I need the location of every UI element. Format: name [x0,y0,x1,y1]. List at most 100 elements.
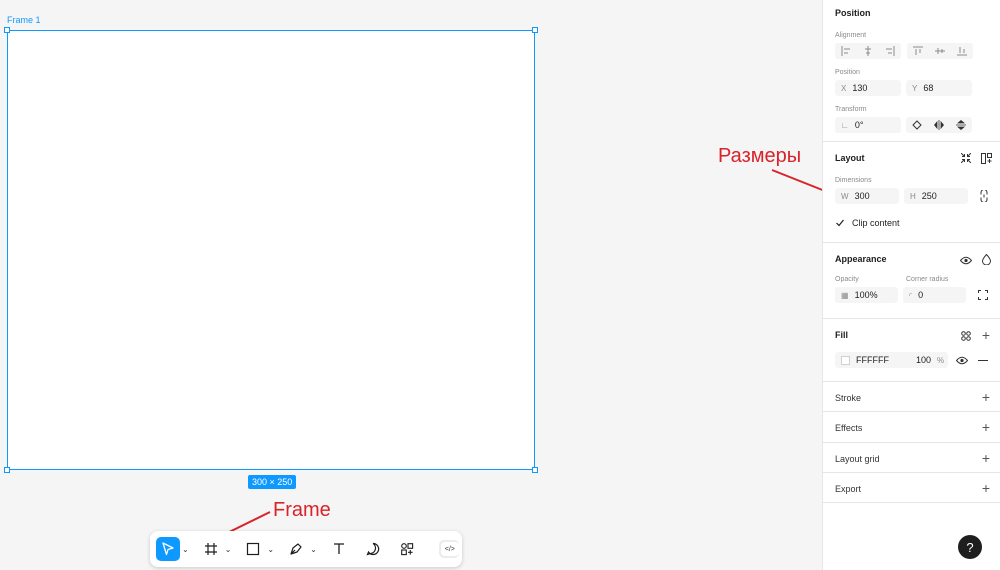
comment-tool[interactable] [361,537,385,561]
actions-icon[interactable] [395,537,419,561]
clip-content-label: Clip content [852,218,900,228]
auto-layout-icon[interactable] [980,152,992,164]
styles-icon[interactable] [960,330,972,342]
resize-handle-bottom-right[interactable] [532,467,538,473]
fill-visibility-icon[interactable] [956,356,969,365]
export-section: Export + [823,473,1000,503]
dimensions-label: Dimensions [835,177,872,184]
annotation-dimensions: Размеры [718,145,802,167]
frame-icon[interactable] [199,537,223,561]
section-title-export: Export [835,484,862,494]
remove-fill-icon[interactable] [978,359,988,361]
opacity-field[interactable]: ▦ 100% [835,287,898,303]
text-icon[interactable] [327,537,351,561]
chevron-down-icon[interactable]: ⌄ [225,545,232,554]
align-bottom-icon[interactable] [951,43,973,59]
h-prefix: H [910,191,916,201]
section-title-position: Position [835,8,871,18]
fill-hex: FFFFFF [856,355,889,365]
corner-radius-label: Corner radius [906,276,949,283]
vertical-alignment-group [907,43,973,59]
alignment-label: Alignment [835,32,867,39]
rotation-icon: ∟ [841,120,849,130]
add-stroke-icon[interactable]: + [982,390,990,404]
x-value: 130 [852,83,868,93]
add-layout-grid-icon[interactable]: + [982,451,990,465]
y-position-field[interactable]: Y 68 [906,80,972,96]
frame-tool[interactable]: ⌄ [199,537,232,561]
corner-radius-value: 0 [918,290,924,300]
resize-handle-top-left[interactable] [4,27,10,33]
y-value: 68 [923,83,934,93]
eye-icon[interactable] [960,254,972,266]
pen-icon[interactable] [284,537,308,561]
resize-handle-bottom-left[interactable] [4,467,10,473]
add-export-icon[interactable]: + [982,481,990,495]
w-value: 300 [854,191,870,201]
independent-corners-icon[interactable] [978,290,988,300]
help-button[interactable]: ? [958,535,982,559]
move-tool[interactable]: ⌄ [156,537,189,561]
w-prefix: W [841,191,849,201]
frame-label[interactable]: Frame 1 [7,15,41,25]
effects-section: Effects + [823,412,1000,443]
section-title-layout-grid: Layout grid [835,454,880,464]
flip-vertical-icon[interactable] [950,117,972,133]
fill-opacity-value: 100 [915,355,931,365]
rotate-90-icon[interactable] [906,117,928,133]
fill-opacity-unit: % [936,355,945,365]
size-badge: 300 × 250 [248,475,297,489]
resize-to-fit-icon[interactable] [960,152,972,164]
dev-mode-icon: </> [440,542,459,556]
clip-content-row[interactable]: Clip content [835,218,988,228]
stroke-section: Stroke + [823,382,1000,412]
text-tool[interactable] [327,537,351,561]
align-center-vertical-icon[interactable] [929,43,951,59]
flip-horizontal-icon[interactable] [928,117,950,133]
align-right-icon[interactable] [879,43,901,59]
layout-section: Layout Dimensions W 300 H 250 Clip conte… [823,142,1000,243]
width-field[interactable]: W 300 [835,188,899,204]
check-icon[interactable] [835,218,845,228]
actions-tool[interactable] [395,537,419,561]
layout-grid-section: Layout grid + [823,443,1000,473]
rotation-value: 0° [854,120,864,130]
appearance-section: Appearance Opacity Corner radius ▦ 100% … [823,243,1000,319]
properties-panel: Position Alignment Position X 130 Y 68 T… [822,0,1000,570]
blend-mode-icon[interactable] [980,253,992,265]
pen-tool[interactable]: ⌄ [284,537,317,561]
align-top-icon[interactable] [907,43,929,59]
corner-radius-field[interactable]: ◜ 0 [903,287,966,303]
chevron-down-icon[interactable]: ⌄ [267,545,274,554]
opacity-value: 100% [854,290,878,300]
align-center-horizontal-icon[interactable] [857,43,879,59]
frame-1[interactable] [4,27,538,473]
constrain-proportions-icon[interactable] [980,190,988,202]
move-icon[interactable] [156,537,180,561]
opacity-label: Opacity [835,276,859,283]
comment-icon[interactable] [361,537,385,561]
align-left-icon[interactable] [835,43,857,59]
resize-handle-top-right[interactable] [532,27,538,33]
add-fill-icon[interactable]: + [982,328,990,342]
x-prefix: X [841,83,847,93]
chevron-down-icon[interactable]: ⌄ [310,545,317,554]
add-effect-icon[interactable]: + [982,420,990,434]
position-label: Position [835,69,860,76]
x-position-field[interactable]: X 130 [835,80,901,96]
section-title-stroke: Stroke [835,393,862,403]
corner-radius-icon: ◜ [909,290,913,300]
dev-mode-toggle[interactable]: </> [438,540,459,558]
height-field[interactable]: H 250 [904,188,968,204]
transform-label: Transform [835,106,867,113]
transform-actions-group [906,117,972,133]
h-value: 250 [921,191,937,201]
canvas[interactable]: Frame 1 300 × 250 [0,0,822,570]
fill-color-field[interactable]: FFFFFF 100 % [835,352,949,368]
section-title-effects: Effects [835,423,863,433]
rectangle-icon[interactable] [241,537,265,561]
rectangle-tool[interactable]: ⌄ [241,537,274,561]
fill-color-swatch[interactable] [841,355,850,365]
chevron-down-icon[interactable]: ⌄ [182,545,189,554]
rotation-field[interactable]: ∟ 0° [835,117,901,133]
